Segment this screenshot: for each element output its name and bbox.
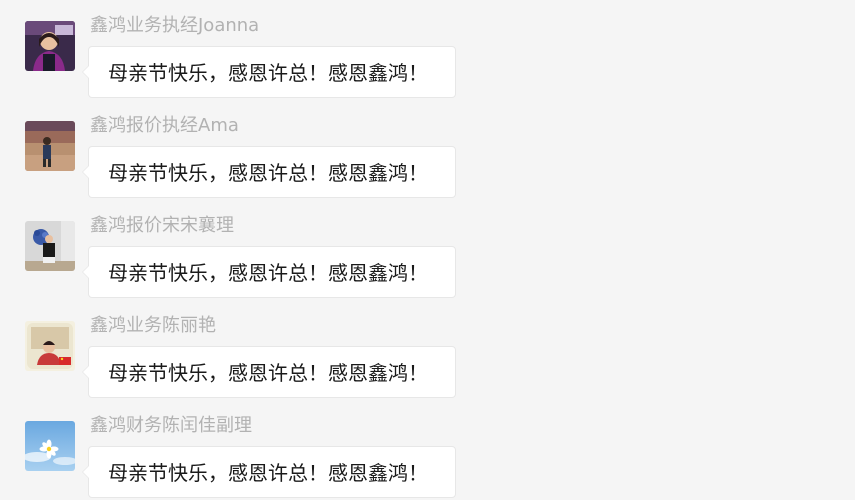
sender-name: 鑫鸿财务陈闰佳副理 xyxy=(90,415,252,436)
sender-name: 鑫鸿报价宋宋襄理 xyxy=(90,215,234,236)
message-item: 鑫鸿业务陈丽艳 母亲节快乐，感恩许总！感恩鑫鸿！ xyxy=(0,300,855,400)
message-bubble[interactable]: 母亲节快乐，感恩许总！感恩鑫鸿！ xyxy=(82,246,456,298)
message-text: 母亲节快乐，感恩许总！感恩鑫鸿！ xyxy=(108,461,428,485)
message-text: 母亲节快乐，感恩许总！感恩鑫鸿！ xyxy=(108,161,428,185)
message-bubble[interactable]: 母亲节快乐，感恩许总！感恩鑫鸿！ xyxy=(82,446,456,498)
message-bubble[interactable]: 母亲节快乐，感恩许总！感恩鑫鸿！ xyxy=(82,46,456,98)
avatar-photo-icon xyxy=(25,21,75,71)
avatar-photo-icon xyxy=(25,221,75,271)
message-text: 母亲节快乐，感恩许总！感恩鑫鸿！ xyxy=(108,61,428,85)
avatar[interactable] xyxy=(25,21,75,71)
message-item: 鑫鸿财务陈闰佳副理 母亲节快乐，感恩许总！感恩鑫鸿！ xyxy=(0,400,855,500)
avatar-photo-icon xyxy=(25,321,75,371)
message-item: 鑫鸿报价宋宋襄理 母亲节快乐，感恩许总！感恩鑫鸿！ xyxy=(0,200,855,300)
avatar[interactable] xyxy=(25,221,75,271)
message-item: 鑫鸿报价执经Ama 母亲节快乐，感恩许总！感恩鑫鸿！ xyxy=(0,100,855,200)
avatar[interactable] xyxy=(25,421,75,471)
message-item: 鑫鸿业务执经Joanna 母亲节快乐，感恩许总！感恩鑫鸿！ xyxy=(0,0,855,100)
sender-name: 鑫鸿业务陈丽艳 xyxy=(90,315,216,336)
message-bubble[interactable]: 母亲节快乐，感恩许总！感恩鑫鸿！ xyxy=(82,146,456,198)
message-text: 母亲节快乐，感恩许总！感恩鑫鸿！ xyxy=(108,361,428,385)
avatar[interactable] xyxy=(25,121,75,171)
chat-message-list: 鑫鸿业务执经Joanna 母亲节快乐，感恩许总！感恩鑫鸿！ 鑫鸿报价执经Ama … xyxy=(0,0,855,498)
sender-name: 鑫鸿报价执经Ama xyxy=(90,115,239,136)
avatar-photo-icon xyxy=(25,121,75,171)
message-bubble[interactable]: 母亲节快乐，感恩许总！感恩鑫鸿！ xyxy=(82,346,456,398)
avatar-photo-icon xyxy=(25,421,75,471)
sender-name: 鑫鸿业务执经Joanna xyxy=(90,15,260,36)
avatar[interactable] xyxy=(25,321,75,371)
message-text: 母亲节快乐，感恩许总！感恩鑫鸿！ xyxy=(108,261,428,285)
